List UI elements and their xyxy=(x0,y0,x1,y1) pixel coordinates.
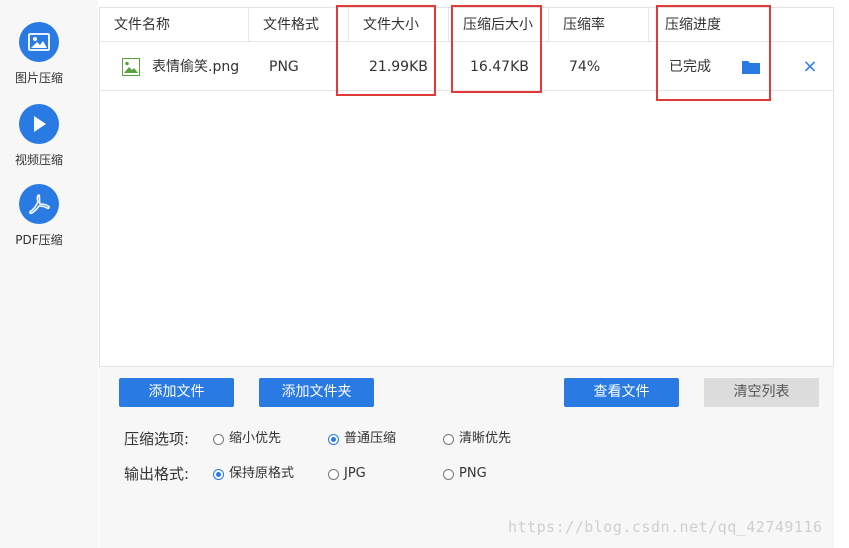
radio-compress-clear[interactable]: 清晰优先 xyxy=(443,429,511,449)
radio-format-jpg[interactable]: JPG xyxy=(328,464,366,484)
view-file-button[interactable]: 查看文件 xyxy=(564,378,679,407)
clear-list-button[interactable]: 清空列表 xyxy=(704,378,819,407)
sidebar-item-label: 视频压缩 xyxy=(14,153,63,167)
add-file-button[interactable]: 添加文件 xyxy=(119,378,234,407)
file-size: 21.99KB xyxy=(369,59,428,75)
output-format-label: 输出格式: xyxy=(124,465,190,483)
column-header-ratio: 压缩率 xyxy=(549,8,649,42)
column-header-name: 文件名称 xyxy=(100,8,249,42)
remove-file-button[interactable]: × xyxy=(800,43,820,91)
file-name: 表情偷笑.png xyxy=(152,59,240,75)
column-header-format: 文件格式 xyxy=(249,8,349,42)
radio-compress-normal[interactable]: 普通压缩 xyxy=(328,429,396,449)
compress-options-row: 压缩选项: 缩小优先 普通压缩 清晰优先 xyxy=(124,429,544,449)
app-window: 图片压缩 视频压缩 PDF压缩 文件名称 文件格式 文件大小 压缩后大小 压缩率… xyxy=(0,0,849,548)
pdf-icon xyxy=(19,184,59,224)
add-folder-button[interactable]: 添加文件夹 xyxy=(259,378,374,407)
table-row[interactable]: 表情偷笑.png PNG 21.99KB 16.47KB 74% 已完成 × xyxy=(100,43,833,91)
sidebar-item-video-compress[interactable]: 视频压缩 xyxy=(0,104,88,168)
file-format: PNG xyxy=(269,59,299,75)
sidebar-item-pdf-compress[interactable]: PDF压缩 xyxy=(0,184,88,248)
sidebar-item-image-compress[interactable]: 图片压缩 xyxy=(0,22,88,86)
column-header-size: 文件大小 xyxy=(349,8,449,42)
sidebar: 图片压缩 视频压缩 PDF压缩 xyxy=(0,0,98,548)
image-icon xyxy=(19,22,59,62)
radio-format-png[interactable]: PNG xyxy=(443,464,487,484)
watermark: https://blog.csdn.net/qq_42749116 xyxy=(508,518,823,536)
file-table: 文件名称 文件格式 文件大小 压缩后大小 压缩率 压缩进度 表情偷笑.png P… xyxy=(99,7,834,367)
compressed-size: 16.47KB xyxy=(470,59,529,75)
radio-format-original[interactable]: 保持原格式 xyxy=(213,464,294,484)
folder-icon[interactable] xyxy=(741,59,761,79)
play-icon xyxy=(19,104,59,144)
column-header-progress: 压缩进度 xyxy=(665,17,721,33)
sidebar-item-label: PDF压缩 xyxy=(15,233,63,247)
image-file-icon xyxy=(122,58,140,76)
column-header-compressed-size: 压缩后大小 xyxy=(449,8,549,42)
compression-ratio: 74% xyxy=(569,59,601,75)
radio-compress-smaller[interactable]: 缩小优先 xyxy=(213,429,281,449)
compression-status: 已完成 xyxy=(669,59,711,75)
sidebar-item-label: 图片压缩 xyxy=(14,71,63,85)
compress-options-label: 压缩选项: xyxy=(124,430,190,448)
output-format-row: 输出格式: 保持原格式 JPG PNG xyxy=(124,464,544,484)
table-header: 文件名称 文件格式 文件大小 压缩后大小 压缩率 压缩进度 xyxy=(100,8,833,42)
